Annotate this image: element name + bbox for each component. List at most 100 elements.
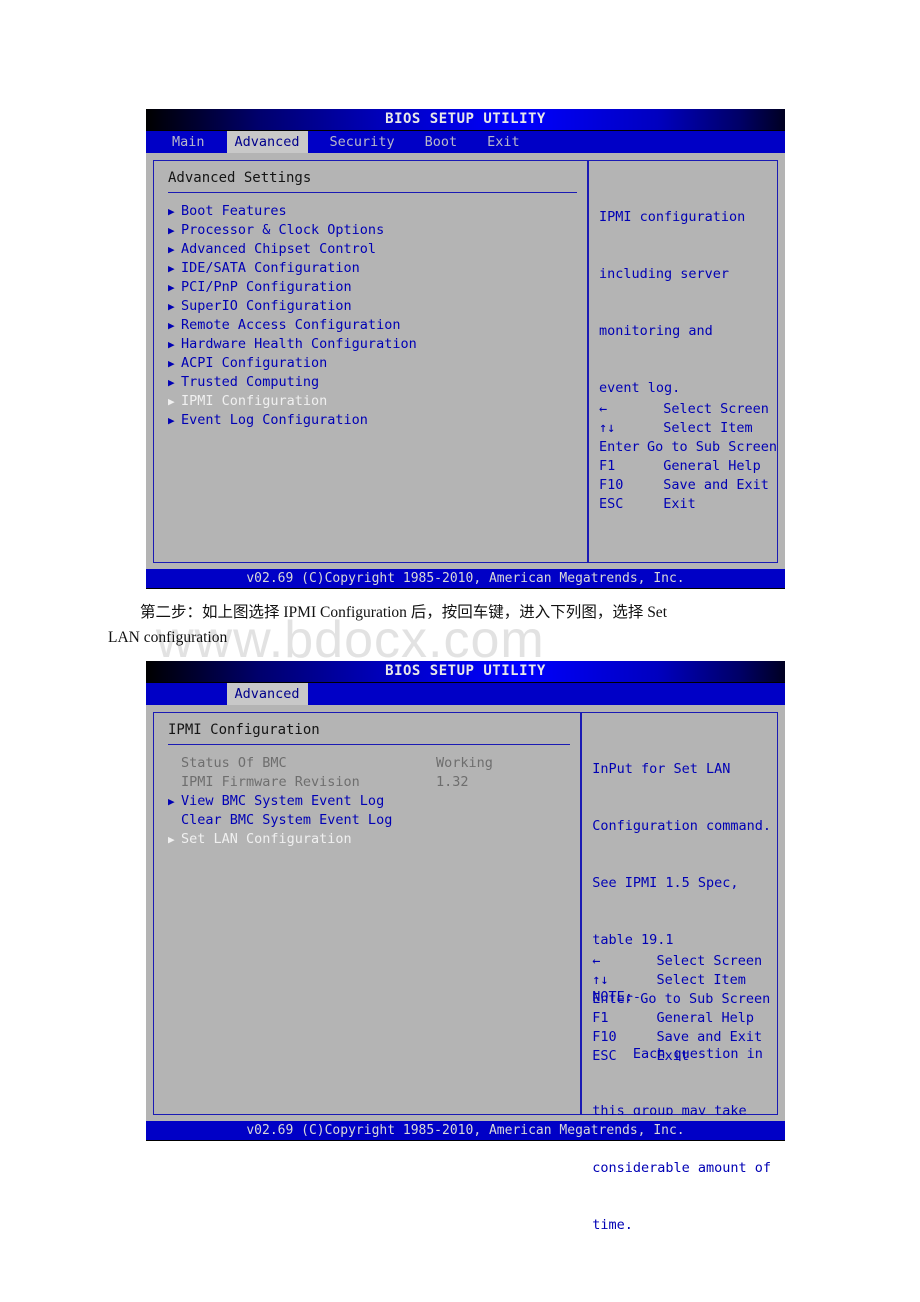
help-text: IPMI configuration including server moni… — [599, 170, 771, 436]
menu-item-processor-clock-options[interactable]: ▶ Processor & Clock Options — [168, 221, 577, 240]
tab-advanced[interactable]: Advanced — [226, 131, 308, 153]
info-row-ipmi-firmware-revision: IPMI Firmware Revision 1.32 — [168, 773, 570, 792]
help-line: time. — [592, 1217, 633, 1233]
copyright-footer: v02.69 (C)Copyright 1985-2010, American … — [146, 569, 785, 589]
key-legend-row-esc: ESC Exit — [599, 495, 777, 514]
heading-divider — [168, 744, 571, 745]
help-line: monitoring and — [599, 323, 713, 339]
chevron-right-icon: ▶ — [168, 243, 175, 256]
key-legend-label: General Help — [640, 1010, 754, 1026]
key-legend-row-f1: F1 General Help — [599, 457, 777, 476]
menu-item-set-lan-configuration[interactable]: ▶ Set LAN Configuration — [168, 830, 570, 849]
menu-item-label: Advanced Chipset Control — [181, 241, 377, 257]
help-line: Configuration command. — [592, 818, 771, 834]
page-title: BIOS SETUP UTILITY — [385, 111, 546, 127]
up-down-arrow-icon: ↑↓ — [592, 972, 609, 988]
key-legend-label: Go to Sub Screen — [647, 439, 778, 455]
panel-heading: Advanced Settings — [168, 170, 312, 186]
menu-item-label: Boot Features — [181, 203, 287, 219]
key-legend-row-enter: Enter Go to Sub Screen — [592, 990, 770, 1009]
menu-bar: Main Advanced — [146, 683, 785, 705]
menu-item-trusted-computing[interactable]: ▶ Trusted Computing — [168, 373, 577, 392]
key-legend: ← Select Screen ↑↓ Select Item Enter Go … — [592, 952, 770, 1066]
key-legend-key: ESC — [592, 1048, 617, 1064]
chevron-right-icon: ▶ — [168, 281, 175, 294]
panels-container: Advanced Settings ▶ Boot Features ▶ Proc… — [153, 160, 778, 563]
key-legend-label: Exit — [647, 496, 696, 512]
info-value: 1.32 — [436, 774, 469, 790]
chevron-right-icon: ▶ — [168, 319, 175, 332]
key-legend-label: Save and Exit — [640, 1029, 763, 1045]
left-arrow-icon: ← — [599, 401, 608, 417]
menu-item-acpi-configuration[interactable]: ▶ ACPI Configuration — [168, 354, 577, 373]
info-label: Status Of BMC — [181, 755, 287, 771]
instruction-paragraph: 第二步：如上图选择 IPMI Configuration 后，按回车键，进入下列… — [108, 600, 788, 650]
help-line: InPut for Set LAN — [592, 761, 731, 777]
menu-item-event-log-configuration[interactable]: ▶ Event Log Configuration — [168, 411, 577, 430]
menu-item-label: IDE/SATA Configuration — [181, 260, 360, 276]
menu-item-superio-configuration[interactable]: ▶ SuperIO Configuration — [168, 297, 577, 316]
key-legend-label: Exit — [640, 1048, 689, 1064]
chevron-right-icon: ▶ — [168, 795, 175, 808]
tab-boot[interactable]: Boot — [417, 131, 466, 153]
panel-heading: IPMI Configuration — [168, 722, 320, 738]
key-legend-row-select-screen: ← Select Screen — [599, 400, 777, 419]
tab-security[interactable]: Security — [322, 131, 403, 153]
help-line: including server — [599, 266, 730, 282]
key-legend-key: F10 — [599, 477, 624, 493]
paragraph-line-1: 第二步：如上图选择 IPMI Configuration 后，按回车键，进入下列… — [140, 604, 667, 621]
info-label: IPMI Firmware Revision — [181, 774, 360, 790]
menu-item-label: Hardware Health Configuration — [181, 336, 417, 352]
tab-advanced[interactable]: Advanced — [226, 683, 308, 705]
chevron-right-icon: ▶ — [168, 205, 175, 218]
help-line: IPMI configuration — [599, 209, 746, 225]
menu-item-hardware-health-configuration[interactable]: ▶ Hardware Health Configuration — [168, 335, 577, 354]
menu-item-remote-access-configuration[interactable]: ▶ Remote Access Configuration — [168, 316, 577, 335]
key-legend-key: F10 — [592, 1029, 617, 1045]
title-bar: BIOS SETUP UTILITY — [146, 109, 785, 131]
tab-exit[interactable]: Exit — [479, 131, 528, 153]
key-legend-row-select-item: ↑↓ Select Item — [592, 971, 770, 990]
chevron-right-icon: ▶ — [168, 262, 175, 275]
menu-item-pci-pnp-configuration[interactable]: ▶ PCI/PnP Configuration — [168, 278, 577, 297]
left-arrow-icon: ← — [592, 953, 601, 969]
help-line: considerable amount of — [592, 1160, 771, 1176]
menu-item-label: Event Log Configuration — [181, 412, 368, 428]
key-legend-row-select-item: ↑↓ Select Item — [599, 419, 777, 438]
help-line: event log. — [599, 380, 681, 396]
help-line: table 19.1 — [592, 932, 674, 948]
footer-area: v02.69 (C)Copyright 1985-2010, American … — [146, 1115, 785, 1141]
copyright-footer: v02.69 (C)Copyright 1985-2010, American … — [146, 1121, 785, 1141]
key-legend-row-enter: Enter Go to Sub Screen — [599, 438, 777, 457]
help-panel: InPut for Set LAN Configuration command.… — [582, 713, 777, 1233]
chevron-right-icon: ▶ — [168, 833, 175, 846]
tab-main[interactable]: Main — [164, 131, 213, 153]
menu-item-advanced-chipset-control[interactable]: ▶ Advanced Chipset Control — [168, 240, 577, 259]
key-legend-key: ESC — [599, 496, 624, 512]
key-legend-key: Enter — [592, 991, 633, 1007]
menu-item-label: ACPI Configuration — [181, 355, 328, 371]
menu-item-clear-bmc-system-event-log[interactable]: ▶ Clear BMC System Event Log — [168, 811, 570, 830]
footer-area: v02.69 (C)Copyright 1985-2010, American … — [146, 563, 785, 589]
menu-item-view-bmc-system-event-log[interactable]: ▶ View BMC System Event Log — [168, 792, 570, 811]
up-down-arrow-icon: ↑↓ — [599, 420, 616, 436]
key-legend-row-f10: F10 Save and Exit — [599, 476, 777, 495]
key-legend-row-select-screen: ← Select Screen — [592, 952, 770, 971]
key-legend-label: Select Screen — [647, 401, 769, 417]
key-legend-label: Save and Exit — [647, 477, 769, 493]
help-line: See IPMI 1.5 Spec, — [592, 875, 739, 891]
menu-item-label: Processor & Clock Options — [181, 222, 385, 238]
menu-item-label: SuperIO Configuration — [181, 298, 352, 314]
screen-body: Advanced Settings ▶ Boot Features ▶ Proc… — [146, 153, 785, 563]
key-legend-label: Select Screen — [640, 953, 763, 969]
menu-item-boot-features[interactable]: ▶ Boot Features — [168, 202, 577, 221]
key-legend-row-esc: ESC Exit — [592, 1047, 770, 1066]
menu-item-ipmi-configuration[interactable]: ▶ IPMI Configuration — [168, 392, 577, 411]
screen-body: IPMI Configuration Status Of BMC Working… — [146, 705, 785, 1233]
settings-panel: Advanced Settings ▶ Boot Features ▶ Proc… — [154, 161, 587, 562]
menu-item-ide-sata-configuration[interactable]: ▶ IDE/SATA Configuration — [168, 259, 577, 278]
bios-setup-screen-advanced: BIOS SETUP UTILITY Main Advanced Securit… — [146, 109, 785, 589]
key-legend: ← Select Screen ↑↓ Select Item Enter Go … — [599, 400, 777, 514]
settings-panel: IPMI Configuration Status Of BMC Working… — [154, 713, 580, 1114]
menu-item-label: IPMI Configuration — [181, 393, 328, 409]
